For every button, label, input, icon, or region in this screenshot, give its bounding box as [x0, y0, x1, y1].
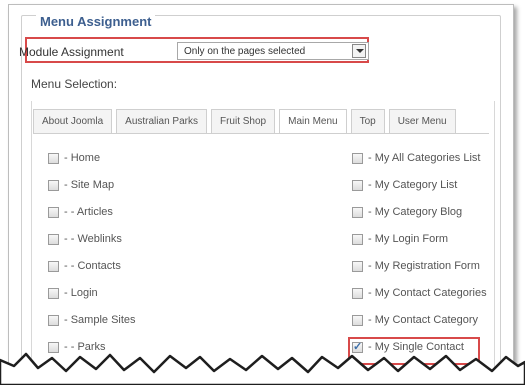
menu-item-label: - My Feed Category [368, 368, 466, 378]
menu-item-my-feed-category[interactable]: - My Feed Category [352, 366, 466, 378]
menu-item-my-single-contact[interactable]: - My Single Contact [352, 339, 464, 355]
section-title: Menu Assignment [36, 14, 156, 29]
menu-tab-bar: About Joomla Australian Parks Fruit Shop… [33, 109, 460, 134]
menu-item-my-category-blog[interactable]: - My Category Blog [352, 204, 462, 220]
menu-item-my-category-list[interactable]: - My Category List [352, 177, 457, 193]
menu-item-label: - Sample Sites [64, 314, 136, 326]
tab-about-joomla[interactable]: About Joomla [33, 109, 113, 133]
module-assignment-label: Module Assignment [19, 45, 124, 59]
checkbox[interactable] [352, 368, 363, 377]
checkbox[interactable] [352, 314, 363, 326]
tab-top[interactable]: Top [350, 109, 385, 133]
checkbox[interactable] [48, 260, 59, 272]
menu-item-my-login-form[interactable]: - My Login Form [352, 231, 448, 247]
checkbox[interactable] [48, 341, 59, 353]
menu-item-label: - My Contact Category [368, 314, 479, 326]
tab-user-menu[interactable]: User Menu [388, 109, 456, 133]
menu-item-articles[interactable]: - - Articles [48, 204, 113, 220]
checkbox[interactable] [48, 179, 59, 191]
menu-item-label: - - Contacts [64, 260, 121, 272]
menu-item-label: - My Single Contact [368, 341, 464, 353]
menu-item-my-all-categories-list[interactable]: - My All Categories List [352, 150, 480, 166]
module-assignment-value: Only on the pages selected [184, 46, 306, 57]
checkbox[interactable] [352, 287, 363, 299]
menu-item-label: - My Registration Form [368, 260, 480, 272]
checkbox[interactable] [352, 179, 363, 191]
menu-item-site-map[interactable]: - Site Map [48, 177, 114, 193]
menu-item-label: - My Contact Categories [368, 287, 487, 299]
checkbox[interactable] [352, 206, 363, 218]
module-assignment-select[interactable]: Only on the pages selected [177, 42, 369, 60]
checkbox[interactable] [48, 287, 59, 299]
menu-assignment-panel: Menu Assignment Module Assignment Only o… [8, 4, 514, 378]
tab-divider [33, 133, 489, 134]
checkbox-checked[interactable] [352, 340, 363, 353]
checkbox[interactable] [352, 233, 363, 245]
tab-fruit-shop[interactable]: Fruit Shop [210, 109, 276, 133]
tab-main-menu[interactable]: Main Menu [279, 109, 347, 134]
checkbox[interactable] [48, 152, 59, 164]
menu-item-label: - Home [64, 152, 101, 164]
menu-item-label: - My All Categories List [368, 152, 481, 164]
menu-item-login[interactable]: - Login [48, 285, 98, 301]
menu-item-weblinks[interactable]: - - Weblinks [48, 231, 122, 247]
checkbox[interactable] [352, 260, 363, 272]
checkbox[interactable] [48, 314, 59, 326]
checkbox[interactable] [48, 368, 59, 377]
menu-item-shop[interactable]: - - Sh [48, 366, 91, 378]
menu-item-label: - - Sh [64, 368, 91, 378]
menu-item-label: - - Weblinks [64, 233, 122, 245]
menu-item-parks[interactable]: - - Parks [48, 339, 106, 355]
menu-item-home[interactable]: - Home [48, 150, 100, 166]
menu-item-sample-sites[interactable]: - Sample Sites [48, 312, 136, 328]
tab-australian-parks[interactable]: Australian Parks [116, 109, 207, 133]
checkbox[interactable] [352, 152, 363, 164]
menu-item-label: - - Parks [64, 341, 106, 353]
menu-item-label: - My Login Form [368, 233, 449, 245]
menu-item-label: - My Category Blog [368, 206, 463, 218]
chevron-down-icon[interactable] [352, 44, 366, 58]
menu-item-label: - Site Map [64, 179, 115, 191]
menu-item-contacts[interactable]: - - Contacts [48, 258, 121, 274]
menu-item-my-contact-categories[interactable]: - My Contact Categories [352, 285, 487, 301]
checkbox[interactable] [48, 206, 59, 218]
menu-selection-label: Menu Selection: [31, 77, 118, 91]
menu-item-label: - My Category List [368, 179, 458, 191]
menu-item-my-contact-category[interactable]: - My Contact Category [352, 312, 478, 328]
menu-item-label: - Login [64, 287, 98, 299]
menu-item-label: - - Articles [64, 206, 113, 218]
checkbox[interactable] [48, 233, 59, 245]
menu-item-my-registration-form[interactable]: - My Registration Form [352, 258, 480, 274]
